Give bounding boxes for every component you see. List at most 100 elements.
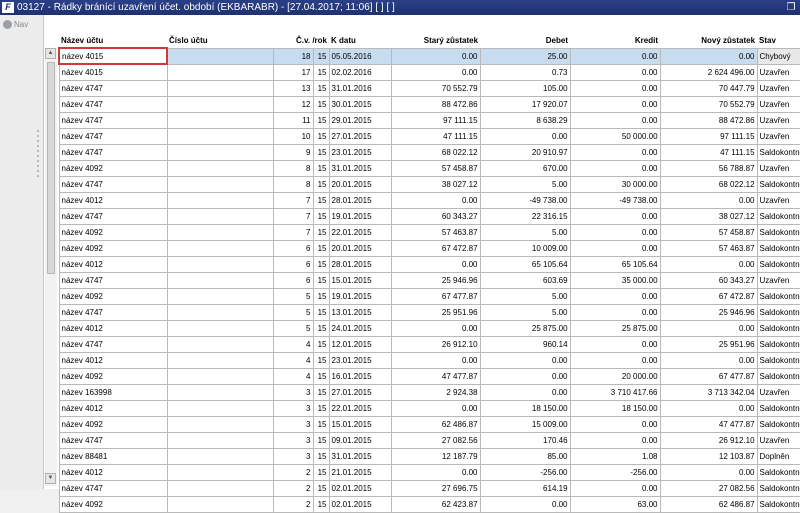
cell-cislo[interactable] [166, 351, 274, 369]
table-row[interactable]: název 4747 12 15 30.01.2015 88 472.86 17 920.… [58, 95, 800, 113]
cell-cislo[interactable] [166, 191, 274, 209]
cell-novy[interactable]: 60 343.27 [659, 271, 758, 289]
cell-novy[interactable]: 62 486.87 [659, 495, 758, 513]
cell-cislo[interactable] [166, 447, 274, 465]
cell-novy[interactable]: 0.00 [659, 463, 758, 481]
cell-cv[interactable]: 4 [272, 367, 314, 385]
cell-stary[interactable]: 47 111.15 [390, 127, 481, 145]
cell-stary[interactable]: 0.00 [390, 63, 481, 81]
cell-debet[interactable]: 170.46 [479, 431, 571, 449]
col-header-nazev[interactable]: Název účtu [59, 33, 167, 48]
cell-stary[interactable]: 67 472.87 [390, 239, 481, 257]
cell-stav[interactable]: Saldokontně vy [756, 143, 800, 161]
cell-debet[interactable]: 22 316.15 [479, 207, 571, 225]
cell-stary[interactable]: 0.00 [390, 399, 481, 417]
table-row[interactable]: název 4015 18 15 05.05.2016 0.00 25.00 0.00 0.0… [58, 47, 800, 65]
cell-rok[interactable]: 15 [312, 303, 330, 321]
table-row[interactable]: název 4092 7 15 22.01.2015 57 463.87 5.00 0.00… [58, 223, 800, 241]
cell-debet[interactable]: 670.00 [479, 159, 571, 177]
cell-stary[interactable]: 47 477.87 [390, 367, 481, 385]
cell-stav[interactable]: Saldokontně vy [756, 351, 800, 369]
cell-cv[interactable]: 6 [272, 271, 314, 289]
cell-cv[interactable]: 6 [272, 255, 314, 273]
cell-cv[interactable]: 9 [272, 143, 314, 161]
cell-kredit[interactable]: 35 000.00 [569, 271, 661, 289]
table-row[interactable]: název 4747 7 15 19.01.2015 60 343.27 22 316.1… [58, 207, 800, 225]
table-row[interactable]: název 4092 3 15 15.01.2015 62 486.87 15 009.0… [58, 415, 800, 433]
cell-kredit[interactable]: 0.00 [569, 335, 661, 353]
cell-stary[interactable]: 67 477.87 [390, 287, 481, 305]
cell-nazev[interactable]: název 4092 [58, 367, 168, 385]
cell-datum[interactable]: 30.01.2015 [328, 95, 392, 113]
cell-stav[interactable]: Saldokontně vy [756, 175, 800, 193]
cell-kredit[interactable]: 0.00 [569, 63, 661, 81]
cell-cislo[interactable] [166, 463, 274, 481]
cell-cv[interactable]: 3 [272, 447, 314, 465]
cell-datum[interactable]: 19.01.2015 [328, 287, 392, 305]
cell-datum[interactable]: 31.01.2016 [328, 79, 392, 97]
cell-stav[interactable]: Uzavřen [756, 159, 800, 177]
cell-stary[interactable]: 26 912.10 [390, 335, 481, 353]
cell-cv[interactable]: 13 [272, 79, 314, 97]
cell-stary[interactable]: 25 951.96 [390, 303, 481, 321]
cell-novy[interactable]: 0.00 [659, 47, 758, 65]
cell-cislo[interactable] [166, 431, 274, 449]
cell-stav[interactable]: Chybový [756, 47, 800, 65]
cell-novy[interactable]: 57 463.87 [659, 239, 758, 257]
cell-stary[interactable]: 0.00 [390, 47, 481, 65]
col-header-cislo[interactable]: Číslo účtu [167, 33, 273, 48]
cell-stary[interactable]: 70 552.79 [390, 79, 481, 97]
cell-cv[interactable]: 3 [272, 383, 314, 401]
cell-rok[interactable]: 15 [312, 143, 330, 161]
cell-datum[interactable]: 31.01.2015 [328, 447, 392, 465]
cell-debet[interactable]: 25 875.00 [479, 319, 571, 337]
table-row[interactable]: název 4012 4 15 23.01.2015 0.00 0.00 0.00 0.00 S… [58, 351, 800, 369]
cell-nazev[interactable]: název 4015 [58, 47, 168, 65]
table-row[interactable]: název 4092 2 15 02.01.2015 62 423.87 0.00 63.0… [58, 495, 800, 513]
cell-stav[interactable]: Saldokontně vy [756, 287, 800, 305]
cell-kredit[interactable]: 20 000.00 [569, 367, 661, 385]
cell-stav[interactable]: Saldokontně vy [756, 303, 800, 321]
cell-novy[interactable]: 0.00 [659, 351, 758, 369]
cell-debet[interactable]: 25.00 [479, 47, 571, 65]
cell-stary[interactable]: 62 486.87 [390, 415, 481, 433]
cell-novy[interactable]: 56 788.87 [659, 159, 758, 177]
cell-cv[interactable]: 5 [272, 303, 314, 321]
cell-nazev[interactable]: název 4747 [58, 95, 168, 113]
cell-kredit[interactable]: 0.00 [569, 223, 661, 241]
cell-cv[interactable]: 7 [272, 207, 314, 225]
cell-cislo[interactable] [166, 143, 274, 161]
cell-novy[interactable]: 2 624 496.00 [659, 63, 758, 81]
cell-cv[interactable]: 3 [272, 415, 314, 433]
cell-kredit[interactable]: -256.00 [569, 463, 661, 481]
cell-stav[interactable]: Saldokontně vy [756, 223, 800, 241]
scroll-up-icon[interactable]: ▲ [45, 48, 56, 59]
cell-nazev[interactable]: název 4012 [58, 399, 168, 417]
cell-stav[interactable]: Uzavřen [756, 95, 800, 113]
cell-cislo[interactable] [166, 159, 274, 177]
cell-cv[interactable]: 4 [272, 335, 314, 353]
table-row[interactable]: název 4747 13 15 31.01.2016 70 552.79 105.00 0… [58, 79, 800, 97]
cell-datum[interactable]: 16.01.2015 [328, 367, 392, 385]
cell-cv[interactable]: 3 [272, 399, 314, 417]
cell-datum[interactable]: 27.01.2015 [328, 383, 392, 401]
cell-cislo[interactable] [166, 415, 274, 433]
cell-cislo[interactable] [166, 47, 274, 65]
cell-stav[interactable]: Saldokontně vy [756, 495, 800, 513]
cell-rok[interactable]: 15 [312, 175, 330, 193]
cell-nazev[interactable]: název 4747 [58, 175, 168, 193]
cell-stary[interactable]: 27 696.75 [390, 479, 481, 497]
cell-datum[interactable]: 09.01.2015 [328, 431, 392, 449]
cell-debet[interactable]: 603.69 [479, 271, 571, 289]
cell-cv[interactable]: 11 [272, 111, 314, 129]
cell-nazev[interactable]: název 4092 [58, 495, 168, 513]
cell-nazev[interactable]: název 4015 [58, 63, 168, 81]
cell-datum[interactable]: 20.01.2015 [328, 175, 392, 193]
cell-nazev[interactable]: název 4747 [58, 431, 168, 449]
cell-rok[interactable]: 15 [312, 111, 330, 129]
cell-rok[interactable]: 15 [312, 447, 330, 465]
col-header-datum[interactable]: K datu [329, 33, 392, 48]
cell-stav[interactable]: Saldokontně vy [756, 463, 800, 481]
cell-cislo[interactable] [166, 63, 274, 81]
cell-nazev[interactable]: název 4747 [58, 127, 168, 145]
